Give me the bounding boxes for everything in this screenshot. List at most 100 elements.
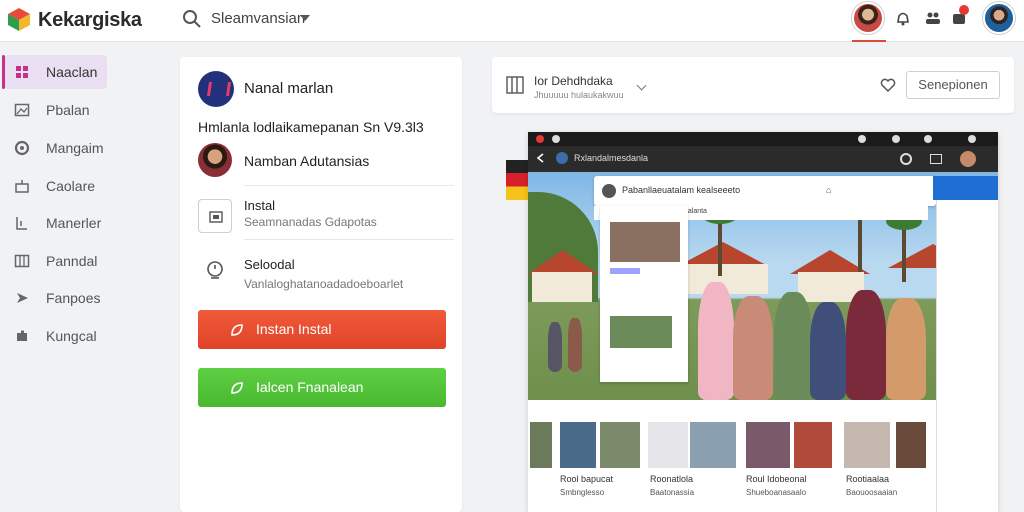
gallery-thumb[interactable] xyxy=(794,422,832,468)
status-icon xyxy=(858,135,866,143)
account-icon[interactable]: ⌂ xyxy=(826,185,831,195)
option-title: Instal xyxy=(244,198,276,213)
app-avatar xyxy=(556,152,568,164)
gallery-thumb[interactable] xyxy=(896,422,926,468)
leaf-icon xyxy=(231,324,243,336)
gallery-thumb[interactable] xyxy=(530,422,552,468)
toolbar-title: Ior Dehdhdaka xyxy=(534,74,613,88)
post-tag xyxy=(610,268,640,274)
gallery-subcaption: Smbnglesso xyxy=(560,488,605,497)
post-image[interactable] xyxy=(610,222,680,262)
install-button[interactable]: Instan Instal xyxy=(198,310,446,349)
crowd-person xyxy=(568,318,582,372)
active-indicator xyxy=(852,40,886,42)
divider xyxy=(244,239,454,240)
gallery-thumb[interactable] xyxy=(648,422,688,468)
person-label: Namban Adutansias xyxy=(244,153,370,169)
sidebar-item-label: Pbalan xyxy=(46,102,90,118)
sidebar-item-caolare[interactable]: Caolare xyxy=(4,169,107,203)
brand-name: Kekargiska xyxy=(38,9,142,31)
schedule-option[interactable] xyxy=(204,259,226,281)
clock-icon xyxy=(207,261,223,279)
divider xyxy=(244,185,454,186)
option-subtitle: Seamnanadas Gdapotas xyxy=(244,215,377,229)
sidebar-item-label: Caolare xyxy=(46,178,96,194)
sidebar-item-label: Fanpoes xyxy=(46,290,101,306)
battery-icon xyxy=(924,135,932,143)
bell-icon[interactable] xyxy=(894,9,912,27)
device-preview: Rxlandalmesdanla Pabanllaeuatalam kealse… xyxy=(528,132,998,512)
chevron-down-icon[interactable] xyxy=(636,80,647,91)
install-icon xyxy=(209,211,223,223)
app-logo-icon[interactable] xyxy=(6,6,32,32)
top-bar: Kekargiska Sleamvansian xyxy=(0,0,1024,42)
sidebar-item-kungcal[interactable]: Kungcal xyxy=(4,319,107,353)
columns-icon[interactable] xyxy=(506,75,524,95)
bracket-icon xyxy=(16,217,27,230)
gallery-subcaption: Shueboanasaalo xyxy=(746,488,807,497)
sidebar-item-manerler[interactable]: Manerler xyxy=(4,206,107,240)
palm-tree xyxy=(886,212,922,282)
post-image[interactable] xyxy=(610,316,672,348)
gallery-subcaption: Baouoosaaian xyxy=(846,488,898,497)
person-avatar xyxy=(198,143,232,177)
profile-avatar[interactable] xyxy=(983,2,1015,34)
gallery-strip: Rool bapucat Roonatlola Roul Idobeonal R… xyxy=(528,408,998,512)
app-avatar xyxy=(198,71,234,107)
app-bar: Rxlandalmesdanla xyxy=(528,146,998,172)
sidebar-item-naaclan[interactable]: Naaclan xyxy=(2,55,107,89)
right-side-panel xyxy=(936,200,998,512)
group-icon[interactable] xyxy=(924,9,942,27)
install-option[interactable] xyxy=(198,199,232,233)
heart-icon[interactable] xyxy=(880,77,896,93)
inner-post-panel xyxy=(600,206,688,382)
back-arrow-icon[interactable] xyxy=(536,153,546,163)
gallery-thumb[interactable] xyxy=(560,422,596,468)
window-icon[interactable] xyxy=(930,154,942,164)
wifi-icon xyxy=(892,135,900,143)
crowd-person xyxy=(846,290,886,400)
sidebar-item-mangaim[interactable]: Mangaim xyxy=(4,131,107,165)
option-title: Seloodal xyxy=(244,257,295,272)
toolbar-subtitle: Jhuuuuu hulaukakwuu xyxy=(534,90,624,100)
profile-name: Nanal marlan xyxy=(244,80,334,97)
gallery-subcaption: Baatonassia xyxy=(650,488,695,497)
palm-tree xyxy=(702,206,738,276)
search-input[interactable]: Sleamvansian xyxy=(211,10,305,27)
sidebar-item-panndal[interactable]: Panndal xyxy=(4,244,107,278)
flag-decoration xyxy=(506,160,528,200)
secondary-button-label: Ialcen Fnanalean xyxy=(256,379,364,395)
user-avatar[interactable] xyxy=(960,151,976,167)
grid-icon xyxy=(16,66,28,78)
notification-badge xyxy=(959,5,969,15)
separator xyxy=(528,400,998,408)
box-icon xyxy=(15,180,29,193)
user-avatar[interactable] xyxy=(852,2,884,34)
sidebar-item-label: Manerler xyxy=(46,215,102,231)
crowd-person xyxy=(733,296,773,400)
image-icon xyxy=(14,103,30,117)
crowd-person xyxy=(774,292,812,400)
install-panel: Nanal marlan Hmlanla lodlaikamepanan Sn … xyxy=(180,57,462,512)
record-button-icon[interactable] xyxy=(900,153,912,165)
crowd-person xyxy=(548,322,562,372)
gallery-thumb[interactable] xyxy=(746,422,790,468)
send-button[interactable]: Senepionen xyxy=(906,71,1000,99)
gallery-caption: Rool bapucat xyxy=(560,474,614,484)
house-roof xyxy=(678,242,768,266)
secondary-button[interactable]: Ialcen Fnanalean xyxy=(198,368,446,407)
puzzle-icon xyxy=(17,330,27,341)
house xyxy=(532,272,592,302)
sidebar-item-fanpoes[interactable]: Fanpoes xyxy=(4,281,107,315)
overlay-search-card[interactable]: Pabanllaeuatalam kealseeeto ⌂ xyxy=(594,176,936,206)
gallery-thumb[interactable] xyxy=(690,422,736,468)
crowd-person xyxy=(810,302,846,400)
crowd-person xyxy=(698,282,734,400)
option-subtitle: Vanlaloghatanoadadoeboarlet xyxy=(244,277,404,291)
leaf-icon xyxy=(231,382,243,394)
gallery-thumb[interactable] xyxy=(600,422,640,468)
sidebar-item-pbalan[interactable]: Pbalan xyxy=(4,93,107,127)
search-icon[interactable] xyxy=(182,9,202,29)
chevron-down-icon[interactable] xyxy=(300,15,310,21)
gallery-thumb[interactable] xyxy=(844,422,890,468)
